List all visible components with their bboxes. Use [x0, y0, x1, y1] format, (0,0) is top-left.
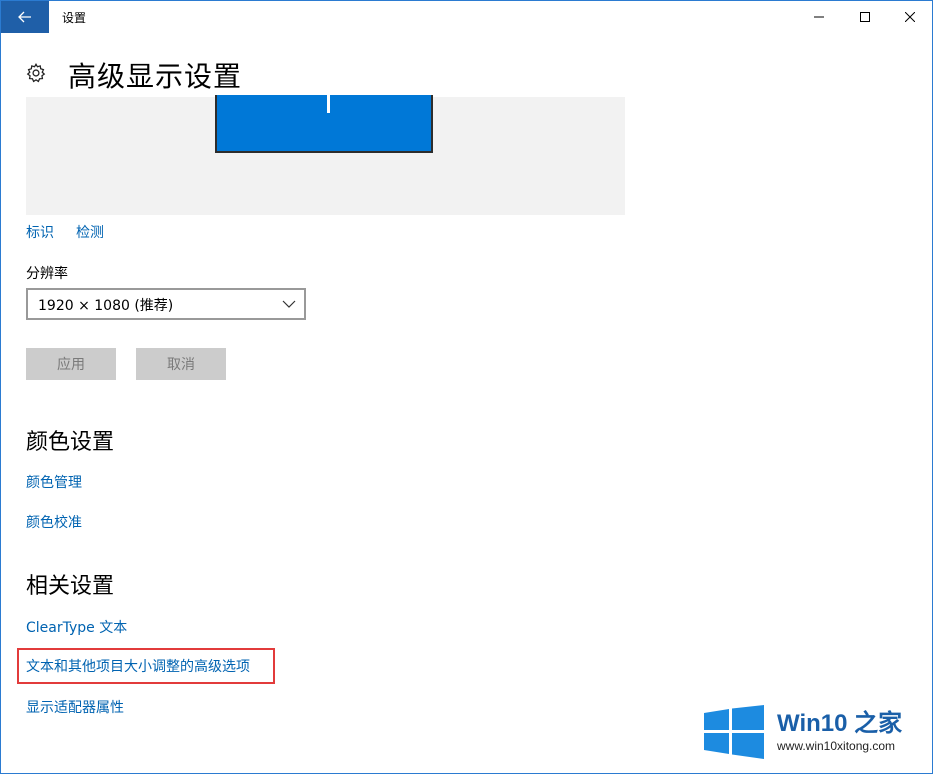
identify-link[interactable]: 标识 [26, 222, 54, 242]
resolution-dropdown[interactable]: 1920 × 1080 (推荐) [26, 288, 306, 320]
watermark-url: www.win10xitong.com [777, 739, 896, 753]
minimize-button[interactable] [796, 1, 842, 33]
close-icon [905, 12, 915, 22]
color-calibration-link[interactable]: 颜色校准 [26, 512, 82, 532]
monitor-marker [327, 95, 330, 113]
windows-logo-icon [704, 705, 764, 759]
color-management-link[interactable]: 颜色管理 [26, 472, 82, 492]
watermark-brand: Win10 之家 [777, 710, 903, 737]
apply-button[interactable]: 应用 [26, 348, 116, 380]
related-settings-heading: 相关设置 [26, 574, 115, 599]
maximize-icon [860, 12, 870, 22]
chevron-down-icon [282, 300, 296, 308]
gear-icon [26, 63, 46, 83]
cancel-button[interactable]: 取消 [136, 348, 226, 380]
watermark: Win10 之家 www.win10xitong.com [701, 701, 926, 761]
advanced-sizing-link[interactable]: 文本和其他项目大小调整的高级选项 [26, 656, 250, 676]
display-preview [26, 95, 625, 215]
window-title: 设置 [62, 11, 87, 25]
monitor-1[interactable] [215, 95, 433, 153]
display-adapter-properties-link[interactable]: 显示适配器属性 [26, 697, 124, 717]
page-title: 高级显示设置 [68, 60, 243, 93]
maximize-button[interactable] [842, 1, 888, 33]
resolution-value: 1920 × 1080 (推荐) [38, 298, 174, 314]
back-button[interactable] [1, 1, 49, 33]
title-bar: 设置 [1, 1, 932, 33]
color-settings-heading: 颜色设置 [26, 430, 115, 455]
close-button[interactable] [887, 1, 933, 33]
minimize-icon [814, 16, 824, 18]
cleartype-link[interactable]: ClearType 文本 [26, 617, 127, 637]
resolution-label: 分辨率 [26, 266, 68, 282]
settings-window: 设置 高级显示设置 标识 检测 分辨率 1920 × 1080 (推荐) 应用 … [0, 0, 933, 774]
detect-link[interactable]: 检测 [76, 222, 104, 242]
arrow-left-icon [18, 11, 31, 23]
